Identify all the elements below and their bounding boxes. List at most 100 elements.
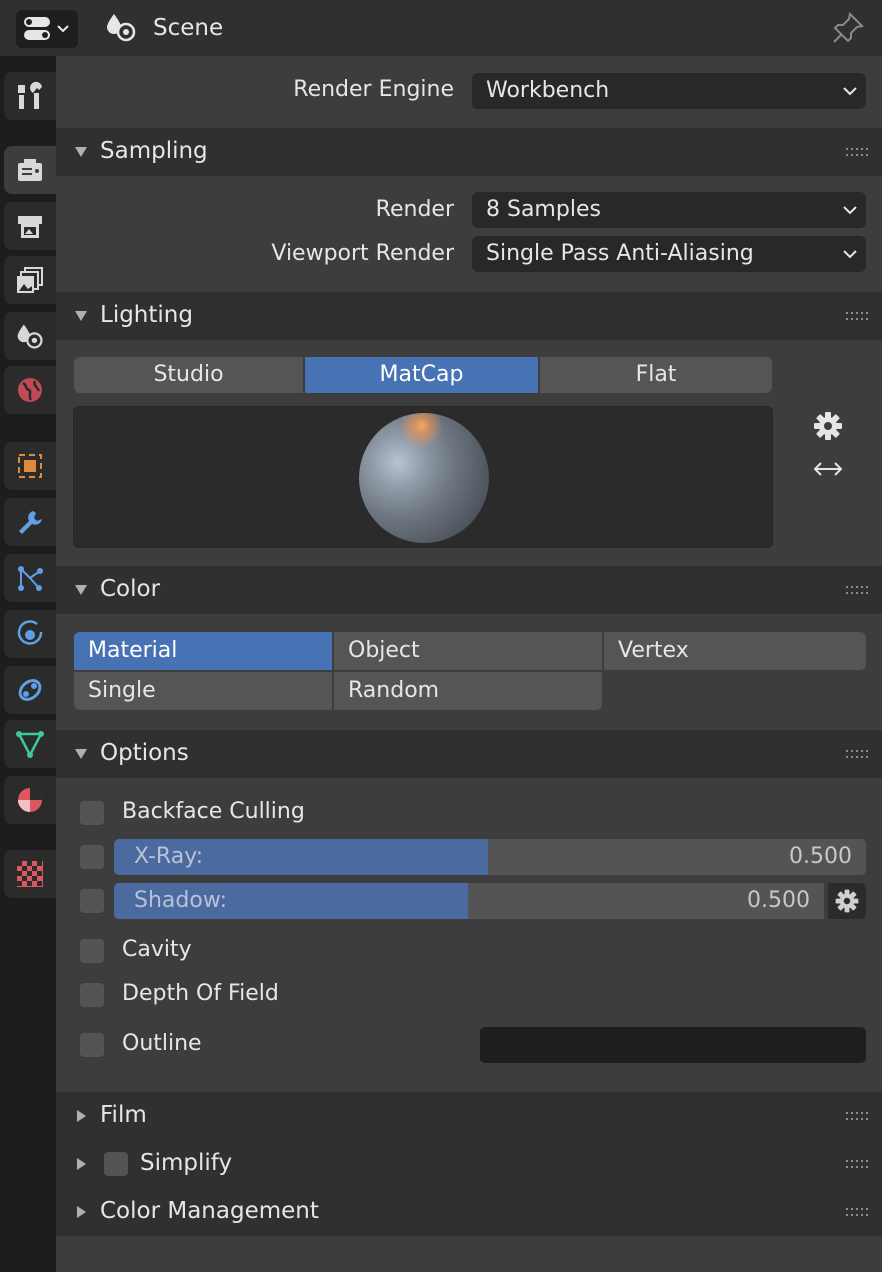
mesh-data-icon [16,731,44,758]
collapsed-arrow-icon [77,1110,86,1122]
pin-icon[interactable] [830,10,866,46]
scene-icon [17,324,43,349]
backface-culling-checkbox[interactable] [80,801,104,825]
render-samples-dropdown[interactable]: 8 Samples [472,192,866,228]
shadow-settings-button[interactable] [828,883,866,919]
color-title: Color [100,576,161,602]
flip-horizontal-icon[interactable] [812,458,844,480]
xray-checkbox[interactable] [80,845,104,869]
object-icon [18,454,42,478]
lighting-flat-button[interactable]: Flat [540,357,772,393]
expanded-arrow-icon [75,585,87,595]
render-samples-value: 8 Samples [486,197,601,222]
expanded-arrow-icon [75,749,87,759]
shadow-label: Shadow: [134,888,228,913]
drag-grip-icon[interactable] [846,1112,868,1122]
tab-view-layer[interactable] [4,256,56,304]
constraints-icon [18,679,42,701]
chevron-down-icon [843,87,857,96]
drag-grip-icon[interactable] [846,1160,868,1170]
color-object-button[interactable]: Object [334,632,602,670]
lighting-matcap-button[interactable]: MatCap [305,357,538,393]
gear-icon[interactable] [812,410,844,442]
tab-particles[interactable] [4,554,56,602]
simplify-panel-header[interactable]: Simplify [56,1140,882,1188]
color-panel-header[interactable]: Color [56,566,882,614]
cavity-checkbox[interactable] [80,939,104,963]
output-icon [18,216,42,238]
tab-texture[interactable] [4,850,56,898]
color-vertex-button[interactable]: Vertex [604,632,866,670]
viewport-render-dropdown[interactable]: Single Pass Anti-Aliasing [472,236,866,272]
viewport-render-label: Viewport Render [271,241,454,266]
properties-tab-bar [0,56,56,1272]
color-material-button[interactable]: Material [74,632,332,670]
tab-constraints[interactable] [4,666,56,714]
editor-type-button[interactable] [16,10,78,48]
collapsed-arrow-icon [77,1206,86,1218]
cavity-label: Cavity [122,937,192,962]
drag-grip-icon[interactable] [846,1208,868,1218]
lighting-studio-button[interactable]: Studio [74,357,303,393]
chevron-down-icon [843,206,857,215]
tab-world[interactable] [4,366,56,414]
shadow-slider[interactable]: Shadow: 0.500 [114,883,824,919]
tab-output[interactable] [4,202,56,250]
xray-slider[interactable]: X-Ray: 0.500 [114,839,866,875]
tab-physics[interactable] [4,610,56,658]
texture-icon [17,861,43,887]
shadow-checkbox[interactable] [80,889,104,913]
color-single-button[interactable]: Single [74,672,332,710]
tab-object[interactable] [4,442,56,490]
properties-editor-icon [24,17,69,40]
depth-of-field-label: Depth Of Field [122,981,279,1006]
viewport-render-value: Single Pass Anti-Aliasing [486,241,754,266]
backface-culling-label: Backface Culling [122,799,305,824]
gear-icon [835,889,859,913]
render-samples-label: Render [375,197,454,222]
view-layer-icon [17,267,43,293]
tab-data[interactable] [4,720,56,768]
lighting-panel-header[interactable]: Lighting [56,292,882,340]
drag-grip-icon[interactable] [846,586,868,596]
film-title: Film [100,1102,147,1128]
matcap-preview[interactable] [73,406,773,548]
tab-modifiers[interactable] [4,498,56,546]
drag-grip-icon[interactable] [846,750,868,760]
tab-tool[interactable] [4,72,56,120]
scene-icon [107,14,136,42]
material-icon [18,788,42,812]
xray-label: X-Ray: [134,844,204,869]
properties-main: Render Engine Workbench Sampling Render … [56,56,882,1272]
sampling-panel-header[interactable]: Sampling [56,128,882,176]
collapsed-arrow-icon [77,1158,86,1170]
matcap-sphere [359,413,489,543]
drag-grip-icon[interactable] [846,312,868,322]
outline-color-swatch[interactable] [480,1027,866,1063]
render-engine-dropdown[interactable]: Workbench [472,73,866,109]
tab-material[interactable] [4,776,56,824]
options-panel-header[interactable]: Options [56,730,882,778]
lighting-title: Lighting [100,302,193,328]
context-title: Scene [153,15,224,41]
shadow-value: 0.500 [747,888,810,913]
color-management-panel-header[interactable]: Color Management [56,1188,882,1236]
depth-of-field-checkbox[interactable] [80,983,104,1007]
render-icon [18,159,42,181]
film-panel-header[interactable]: Film [56,1092,882,1140]
outline-label: Outline [122,1031,202,1056]
simplify-checkbox[interactable] [104,1152,128,1176]
particles-icon [18,566,43,591]
tab-render[interactable] [4,146,56,194]
physics-icon [17,620,43,645]
expanded-arrow-icon [75,147,87,157]
drag-grip-icon[interactable] [846,148,868,158]
world-icon [18,378,42,402]
tab-scene[interactable] [4,312,56,360]
xray-value: 0.500 [789,844,852,869]
wrench-icon [19,511,42,534]
outline-checkbox[interactable] [80,1033,104,1057]
color-random-button[interactable]: Random [334,672,602,710]
sampling-title: Sampling [100,138,208,164]
color-management-title: Color Management [100,1198,319,1224]
